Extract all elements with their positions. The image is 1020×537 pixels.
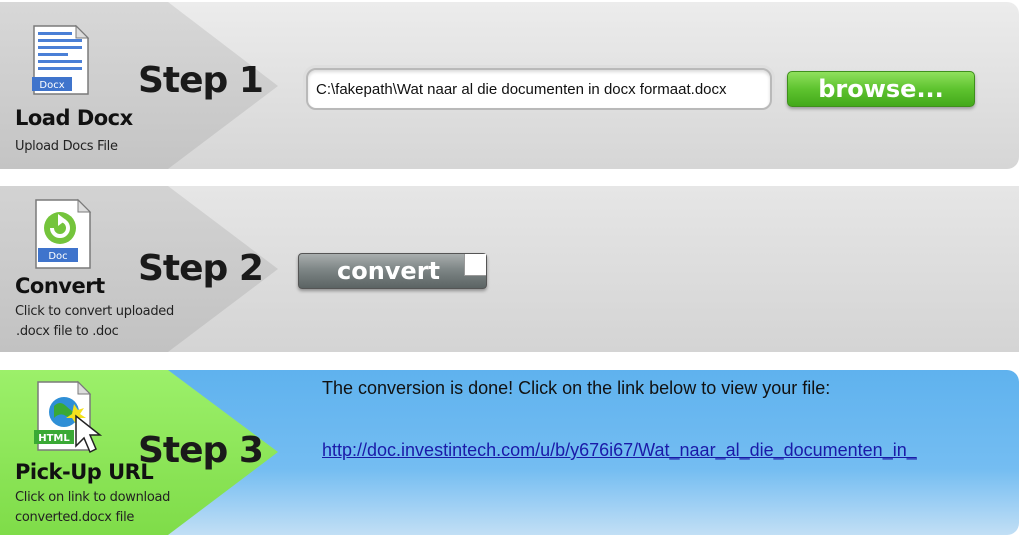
docx-icon-label: Docx (39, 80, 64, 91)
step1-label: Step 1 (138, 60, 264, 101)
result-file-link[interactable]: http://doc.investintech.com/u/b/y676i67/… (322, 440, 917, 461)
step1-title: Load Docx (15, 106, 133, 130)
doc-icon-label: Doc (48, 251, 67, 262)
step2-subtitle-line1: Click to convert uploaded (15, 304, 174, 319)
step1-subtitle: Upload Docs File (15, 139, 118, 154)
html-globe-cursor-icon: HTML (34, 380, 103, 454)
doc-refresh-icon: Doc (34, 198, 92, 270)
file-path-input[interactable]: C:\fakepath\Wat naar al die documenten i… (306, 68, 772, 110)
step2-title: Convert (15, 274, 105, 298)
step2-subtitle-line2: .docx file to .doc (16, 324, 119, 339)
browse-button[interactable]: browse... (787, 71, 975, 107)
convert-corner-mark (464, 254, 486, 276)
step3-label: Step 3 (138, 430, 264, 471)
html-icon-label: HTML (38, 433, 70, 444)
docx-file-icon: Docx (32, 24, 90, 96)
step2-label: Step 2 (138, 248, 264, 289)
step1-panel: Docx Load Docx Upload Docs File Step 1 C… (0, 2, 1019, 169)
convert-button-label: convert (336, 257, 441, 285)
step3-subtitle-line1: Click on link to download (15, 490, 171, 505)
convert-button[interactable]: convert (298, 253, 487, 289)
conversion-done-message: The conversion is done! Click on the lin… (322, 378, 831, 398)
step3-title: Pick-Up URL (15, 460, 154, 484)
step3-panel: HTML Pick-Up URL Click on link to downlo… (0, 370, 1019, 535)
step2-panel: Doc Convert Click to convert uploaded .d… (0, 186, 1019, 352)
step3-subtitle-line2: converted.docx file (15, 510, 135, 525)
